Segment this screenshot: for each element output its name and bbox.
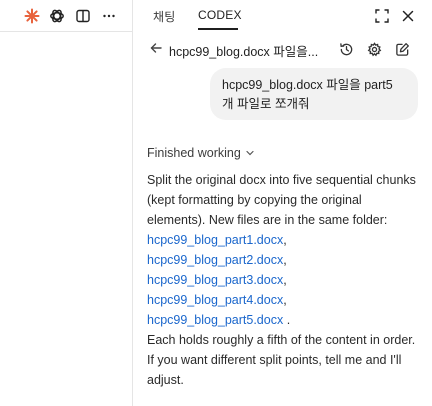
file-link-part4[interactable]: hcpc99_blog_part4.docx: [147, 293, 283, 307]
status-toggle[interactable]: Finished working: [147, 146, 255, 160]
back-arrow-icon[interactable]: [148, 40, 164, 56]
tab-codex[interactable]: CODEX: [198, 8, 242, 22]
close-icon[interactable]: [400, 8, 416, 24]
separator: ,: [283, 253, 287, 267]
user-message-bubble: hcpc99_blog.docx 파일을 part5 개 파일로 쪼개줘: [210, 68, 418, 120]
assistant-intro: Split the original docx into five sequen…: [147, 173, 416, 227]
assistant-line2: Each holds roughly a fifth of the conten…: [147, 333, 416, 347]
chevron-down-icon: [246, 150, 254, 156]
active-tab-indicator: [198, 28, 238, 30]
new-chat-icon[interactable]: [394, 41, 410, 57]
file-link-part2[interactable]: hcpc99_blog_part2.docx: [147, 253, 283, 267]
tab-bar: 채팅 CODEX: [134, 0, 432, 32]
status-label: Finished working: [147, 146, 241, 160]
thread-title: hcpc99_blog.docx 파일을...: [169, 45, 319, 59]
assistant-message: Split the original docx into five sequen…: [147, 170, 423, 390]
file-link-part3[interactable]: hcpc99_blog_part3.docx: [147, 273, 283, 287]
left-pane: [0, 0, 133, 406]
more-icon[interactable]: [101, 8, 117, 24]
panel-toggle-icon[interactable]: [75, 8, 91, 24]
file-link-part5[interactable]: hcpc99_blog_part5.docx: [147, 313, 283, 327]
codex-panel: 채팅 CODEX hcpc99_blog.docx 파일을... hcpc99_…: [134, 0, 432, 406]
history-icon[interactable]: [338, 41, 354, 57]
assistant-line3: If you want different split points, tell…: [147, 353, 402, 387]
separator: ,: [283, 233, 287, 247]
sparkle-icon[interactable]: [24, 8, 40, 24]
separator: ,: [283, 273, 287, 287]
file-link-part1[interactable]: hcpc99_blog_part1.docx: [147, 233, 283, 247]
tab-chat[interactable]: 채팅: [153, 8, 175, 25]
left-toolbar: [0, 0, 133, 32]
settings-icon[interactable]: [366, 41, 382, 57]
thread-header: hcpc99_blog.docx 파일을...: [134, 34, 432, 64]
expand-icon[interactable]: [374, 8, 390, 24]
openai-logo-icon[interactable]: [49, 8, 65, 24]
period: .: [286, 313, 291, 327]
separator: ,: [283, 293, 287, 307]
